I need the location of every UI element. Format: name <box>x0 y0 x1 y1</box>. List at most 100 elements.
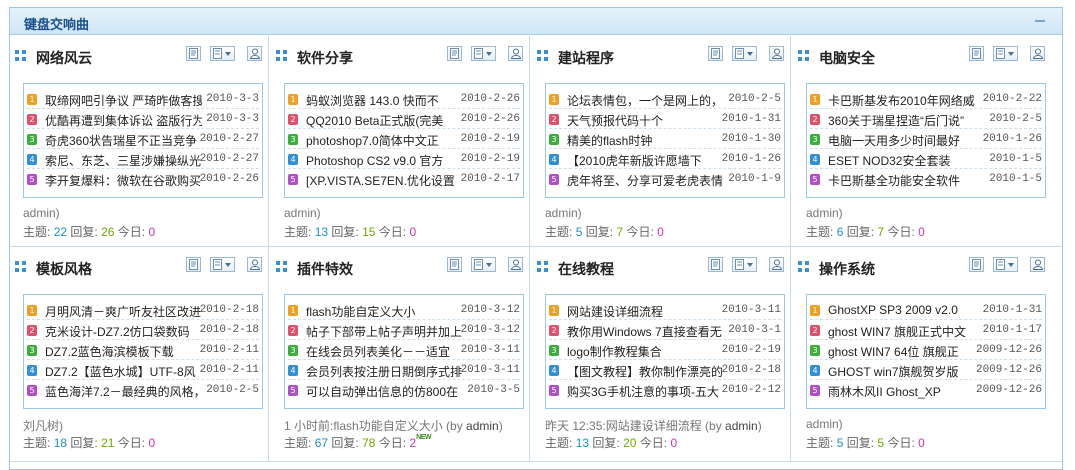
last-post-info[interactable]: admin) <box>545 206 582 220</box>
list-item[interactable]: 4 会员列表按注册日期倒序式排 2010-3-11 <box>288 360 520 380</box>
thread-title-link[interactable]: 天气预报代码十个 <box>567 112 724 129</box>
last-post-user[interactable]: admin <box>725 419 758 433</box>
thread-title-link[interactable]: 在线会员列表美化－－适宜 <box>306 343 463 360</box>
thread-list-button[interactable] <box>210 46 235 61</box>
thread-title-link[interactable]: 购买3G手机注意的事项-五大 <box>567 383 724 400</box>
thread-title-link[interactable]: ESET NOD32安全套装 <box>828 152 985 169</box>
thread-title-link[interactable]: 蚂蚁浏览器 143.0 快而不 <box>306 92 463 109</box>
list-item[interactable]: 4 Photoshop CS2 v9.0 官方 2010-2-19 <box>288 149 520 169</box>
thread-list-button[interactable] <box>993 46 1018 61</box>
list-item[interactable]: 3 DZ7.2蓝色海滨模板下载 2010-2-11 <box>27 340 259 360</box>
forum-title-link[interactable]: 电脑安全 <box>819 48 875 68</box>
thread-title-link[interactable]: QQ2010 Beta正式版(完美 <box>306 112 463 129</box>
thread-title-link[interactable]: 卡巴斯基发布2010年网络威 <box>828 92 985 109</box>
thread-title-link[interactable]: 精美的flash时钟 <box>567 132 724 149</box>
moderator-button[interactable] <box>508 46 523 61</box>
new-post-button[interactable] <box>708 46 723 61</box>
thread-list-button[interactable] <box>993 257 1018 272</box>
list-item[interactable]: 2 帖子下部带上帖子声明并加上 2010-3-12 <box>288 320 520 340</box>
thread-title-link[interactable]: ghost WIN7 64位 旗舰正 <box>828 343 985 360</box>
list-item[interactable]: 5 [XP.VISTA.SE7EN.优化设置 2010-2-17 <box>288 169 520 189</box>
thread-title-link[interactable]: 李开复爆料：微软在谷歌购买 <box>45 172 202 189</box>
list-item[interactable]: 1 卡巴斯基发布2010年网络威 2010-2-22 <box>810 89 1042 109</box>
last-post-info[interactable]: 昨天 12:35:网站建设详细流程 (by admin) <box>545 417 762 434</box>
new-post-button[interactable] <box>969 46 984 61</box>
list-item[interactable]: 4 【图文教程】教你制作漂亮的 2010-2-18 <box>549 360 781 380</box>
collapse-icon[interactable] <box>1032 12 1048 28</box>
list-item[interactable]: 5 虎年将至、分享可爱老虎表情 2010-1-9 <box>549 169 781 189</box>
thread-title-link[interactable]: 教你用Windows 7直接查看无 <box>567 323 724 340</box>
moderator-button[interactable] <box>508 257 523 272</box>
list-item[interactable]: 2 天气预报代码十个 2010-1-31 <box>549 109 781 129</box>
thread-title-link[interactable]: 【图文教程】教你制作漂亮的 <box>567 363 724 380</box>
thread-title-link[interactable]: 【2010虎年新版许愿墙下 <box>567 152 724 169</box>
last-post-info[interactable]: admin) <box>806 206 843 220</box>
thread-title-link[interactable]: 蓝色海洋7.2－最经典的风格， <box>45 383 202 400</box>
moderator-button[interactable] <box>1030 257 1045 272</box>
thread-title-link[interactable]: ghost WIN7 旗舰正式中文 <box>828 323 985 340</box>
thread-title-link[interactable]: 克米设计-DZ7.2仿口袋数码 <box>45 323 202 340</box>
list-item[interactable]: 5 卡巴斯基全功能安全软件 2010-1-5 <box>810 169 1042 189</box>
list-item[interactable]: 2 教你用Windows 7直接查看无 2010-3-1 <box>549 320 781 340</box>
forum-title-link[interactable]: 插件特效 <box>297 259 353 279</box>
moderator-button[interactable] <box>247 46 262 61</box>
list-item[interactable]: 1 网站建设详细流程 2010-3-11 <box>549 300 781 320</box>
thread-title-link[interactable]: 雨林木风II Ghost_XP <box>828 383 985 400</box>
list-item[interactable]: 1 论坛表情包，一个是网上的， 2010-2-5 <box>549 89 781 109</box>
thread-title-link[interactable]: 可以自动弹出信息的仿800在 <box>306 383 463 400</box>
list-item[interactable]: 4 索尼、东芝、三星涉嫌操纵光 2010-2-27 <box>27 149 259 169</box>
list-item[interactable]: 5 雨林木风II Ghost_XP 2009-12-26 <box>810 380 1042 400</box>
last-post-info[interactable]: 1 小时前:flash功能自定义大小 (by admin) <box>284 417 503 434</box>
moderator-button[interactable] <box>769 257 784 272</box>
new-post-button[interactable] <box>186 46 201 61</box>
thread-title-link[interactable]: 卡巴斯基全功能安全软件 <box>828 172 985 189</box>
list-item[interactable]: 3 电脑一天用多少时间最好 2010-1-26 <box>810 129 1042 149</box>
thread-title-link[interactable]: 奇虎360状告瑞星不正当竞争 <box>45 132 202 149</box>
moderator-button[interactable] <box>247 257 262 272</box>
new-post-button[interactable] <box>969 257 984 272</box>
list-item[interactable]: 4 GHOST win7旗舰贺岁版 2009-12-26 <box>810 360 1042 380</box>
last-post-info[interactable]: 刘凡树) <box>23 417 63 434</box>
last-post-info[interactable]: admin) <box>806 417 843 431</box>
thread-title-link[interactable]: 360关于瑞星捏造“后门说” <box>828 112 985 129</box>
thread-title-link[interactable]: 月明风清－爽广听友社区改进 <box>45 303 202 320</box>
thread-title-link[interactable]: GhostXP SP3 2009 v2.0 <box>828 303 985 317</box>
list-item[interactable]: 5 购买3G手机注意的事项-五大 2010-2-12 <box>549 380 781 400</box>
thread-list-button[interactable] <box>732 257 757 272</box>
list-item[interactable]: 1 月明风清－爽广听友社区改进 2010-2-18 <box>27 300 259 320</box>
forum-title-link[interactable]: 在线教程 <box>558 259 614 279</box>
list-item[interactable]: 2 克米设计-DZ7.2仿口袋数码 2010-2-18 <box>27 320 259 340</box>
new-post-button[interactable] <box>447 46 462 61</box>
thread-title-link[interactable]: 虎年将至、分享可爱老虎表情 <box>567 172 724 189</box>
thread-list-button[interactable] <box>471 257 496 272</box>
list-item[interactable]: 3 奇虎360状告瑞星不正当竞争 2010-2-27 <box>27 129 259 149</box>
list-item[interactable]: 2 优酷再遭到集体诉讼 盗版行为 2010-3-3 <box>27 109 259 129</box>
list-item[interactable]: 2 360关于瑞星捏造“后门说” 2010-2-5 <box>810 109 1042 129</box>
list-item[interactable]: 4 ESET NOD32安全套装 2010-1-5 <box>810 149 1042 169</box>
list-item[interactable]: 4 【2010虎年新版许愿墙下 2010-1-26 <box>549 149 781 169</box>
thread-title-link[interactable]: photoshop7.0简体中文正 <box>306 132 463 149</box>
list-item[interactable]: 1 蚂蚁浏览器 143.0 快而不 2010-2-26 <box>288 89 520 109</box>
thread-list-button[interactable] <box>210 257 235 272</box>
thread-title-link[interactable]: logo制作教程集合 <box>567 343 724 360</box>
last-post-info[interactable]: admin) <box>284 206 321 220</box>
new-post-button[interactable] <box>708 257 723 272</box>
thread-title-link[interactable]: 论坛表情包，一个是网上的， <box>567 92 724 109</box>
thread-title-link[interactable]: 优酷再遭到集体诉讼 盗版行为 <box>45 112 202 129</box>
list-item[interactable]: 5 蓝色海洋7.2－最经典的风格， 2010-2-5 <box>27 380 259 400</box>
list-item[interactable]: 3 photoshop7.0简体中文正 2010-2-19 <box>288 129 520 149</box>
thread-title-link[interactable]: 网站建设详细流程 <box>567 303 724 320</box>
thread-title-link[interactable]: [XP.VISTA.SE7EN.优化设置 <box>306 172 463 189</box>
thread-title-link[interactable]: 帖子下部带上帖子声明并加上 <box>306 323 463 340</box>
list-item[interactable]: 1 flash功能自定义大小 2010-3-12 <box>288 300 520 320</box>
list-item[interactable]: 3 ghost WIN7 64位 旗舰正 2009-12-26 <box>810 340 1042 360</box>
forum-title-link[interactable]: 操作系统 <box>819 259 875 279</box>
list-item[interactable]: 1 GhostXP SP3 2009 v2.0 2010-1-31 <box>810 300 1042 320</box>
list-item[interactable]: 5 李开复爆料：微软在谷歌购买 2010-2-26 <box>27 169 259 189</box>
list-item[interactable]: 4 DZ7.2【蓝色水城】UTF-8风 2010-2-11 <box>27 360 259 380</box>
last-post-info[interactable]: admin) <box>23 206 60 220</box>
thread-title-link[interactable]: flash功能自定义大小 <box>306 303 463 320</box>
list-item[interactable]: 3 精美的flash时钟 2010-1-30 <box>549 129 781 149</box>
thread-title-link[interactable]: 电脑一天用多少时间最好 <box>828 132 985 149</box>
thread-title-link[interactable]: 索尼、东芝、三星涉嫌操纵光 <box>45 152 202 169</box>
